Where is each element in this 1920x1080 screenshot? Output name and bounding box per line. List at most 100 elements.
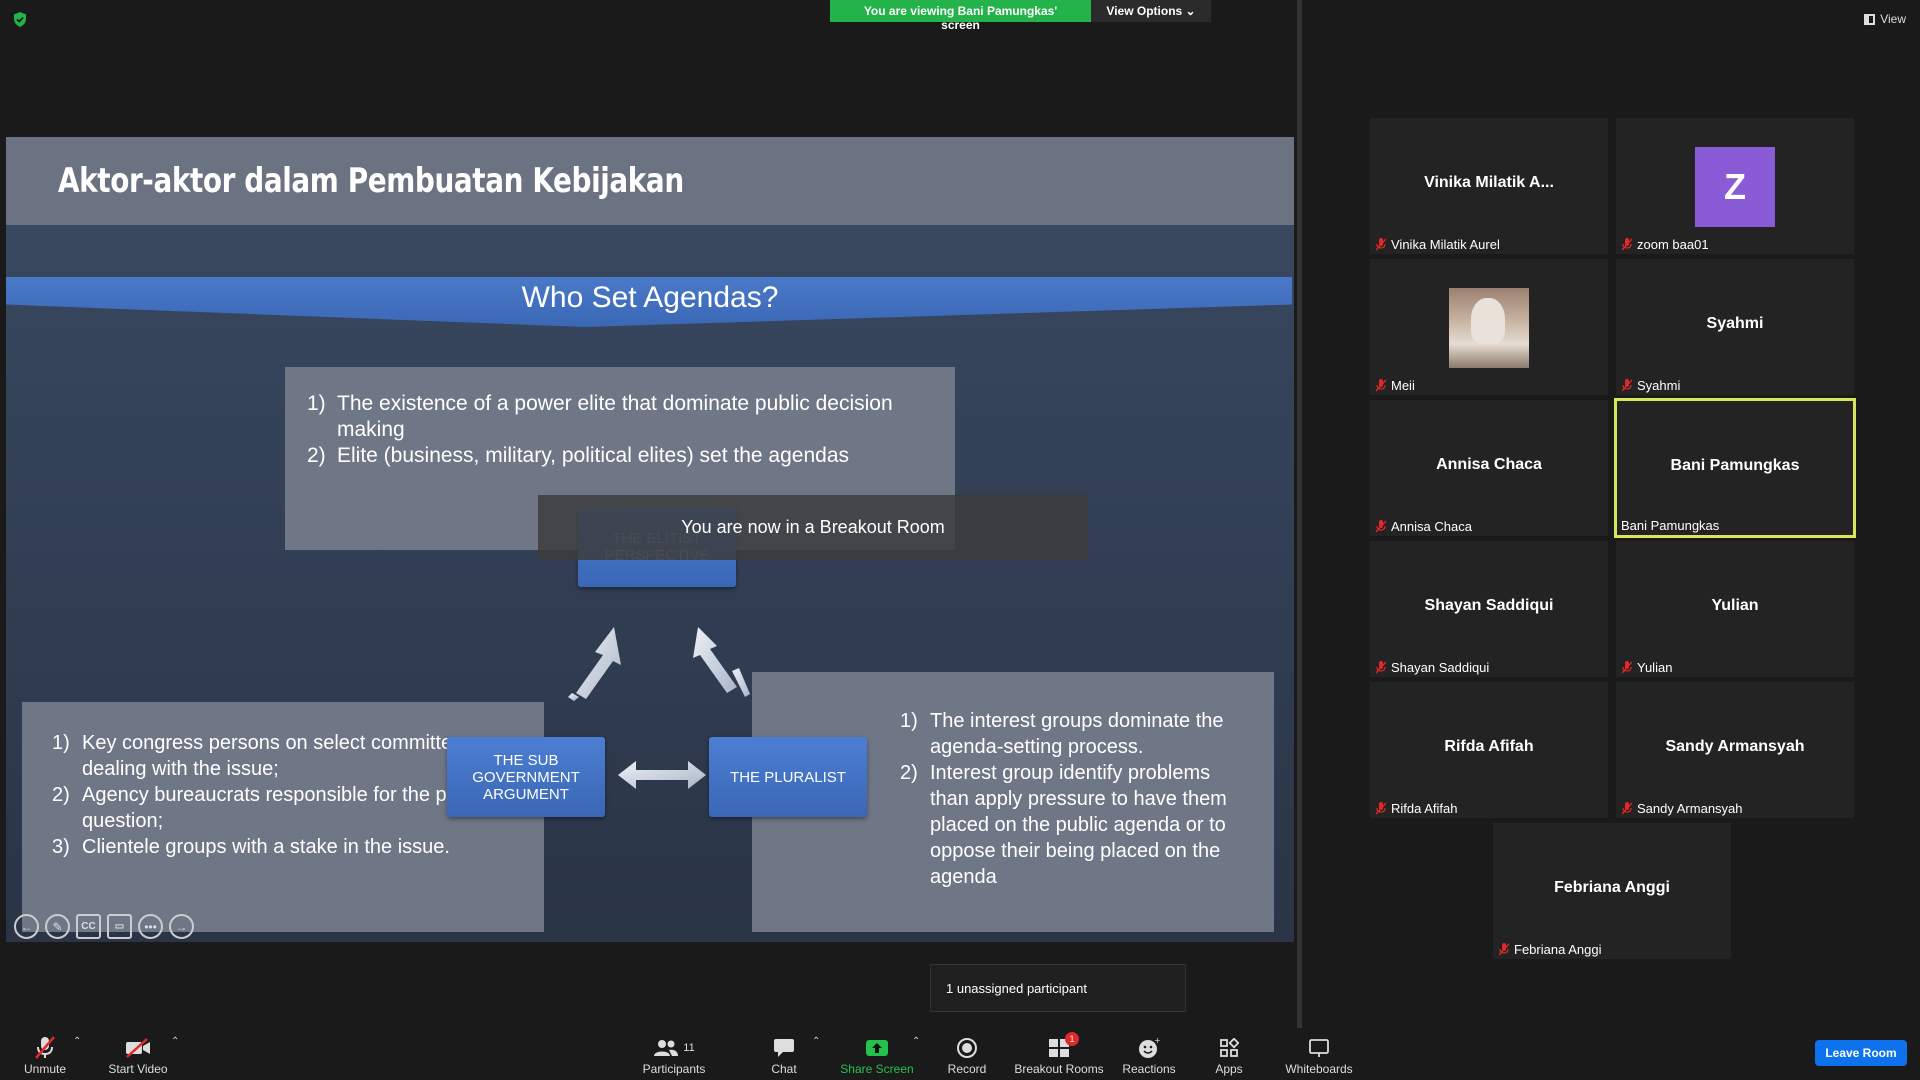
shared-screen[interactable]: Aktor-aktor dalam Pembuatan Kebijakan Wh… xyxy=(6,137,1294,942)
muted-mic-icon xyxy=(1621,379,1633,392)
participant-name: Sandy Armansyah xyxy=(1665,738,1805,755)
participant-tile[interactable]: Febriana Anggi Febriana Anggi xyxy=(1493,823,1731,959)
whiteboard-icon xyxy=(1274,1034,1364,1062)
panel-divider[interactable] xyxy=(1297,0,1302,1028)
start-video-label: Start Video xyxy=(108,1062,168,1076)
breakout-rooms-badge: 1 xyxy=(1065,1032,1079,1046)
reactions-button[interactable]: + Reactions xyxy=(1104,1028,1194,1076)
muted-mic-icon xyxy=(1375,379,1387,392)
participant-name: Yulian xyxy=(1711,597,1759,614)
breakout-rooms-label: Breakout Rooms xyxy=(1014,1062,1104,1076)
video-off-icon xyxy=(93,1034,183,1062)
record-button[interactable]: Record xyxy=(922,1028,1012,1076)
muted-mic-icon xyxy=(1375,238,1387,251)
audio-options-caret[interactable]: ⌃ xyxy=(73,1036,81,1047)
participants-icon: 11 xyxy=(629,1034,719,1062)
participant-label: Bani Pamungkas xyxy=(1621,518,1720,533)
start-video-button[interactable]: Start Video xyxy=(93,1028,183,1076)
apps-button[interactable]: Apps xyxy=(1184,1028,1274,1076)
participant-label: zoom baa01 xyxy=(1637,237,1709,252)
avatar-photo xyxy=(1449,288,1529,368)
record-label: Record xyxy=(947,1062,987,1076)
security-shield-icon[interactable] xyxy=(13,12,27,27)
arrow-sub-pluralist xyxy=(618,761,706,789)
arrow-elitist-sub xyxy=(568,627,621,701)
annotation-controls: ← ✎ CC ▭ ••• → xyxy=(14,914,194,939)
more-icon[interactable]: ••• xyxy=(138,914,163,939)
share-screen-label: Share Screen xyxy=(840,1062,914,1076)
previous-slide-icon[interactable]: ← xyxy=(14,914,39,939)
participant-tile[interactable]: Z zoom baa01 xyxy=(1616,118,1854,254)
whiteboards-button[interactable]: Whiteboards xyxy=(1274,1028,1364,1076)
participant-name: Syahmi xyxy=(1706,315,1764,332)
participant-label: Febriana Anggi xyxy=(1514,942,1602,957)
arrow-elitist-pluralist xyxy=(693,627,750,697)
participants-button[interactable]: 11 Participants xyxy=(629,1028,719,1076)
participant-tile[interactable]: Vinika Milatik A... Vinika Milatik Aurel xyxy=(1370,118,1608,254)
participant-label: Rifda Afifah xyxy=(1391,801,1458,816)
active-speaker-tile[interactable]: Bani Pamungkas Bani Pamungkas xyxy=(1614,398,1856,538)
participant-name: Annisa Chaca xyxy=(1436,456,1542,473)
participant-label: Vinika Milatik Aurel xyxy=(1391,237,1500,252)
share-screen-button[interactable]: Share Screen xyxy=(832,1028,922,1076)
participant-name: Rifda Afifah xyxy=(1444,738,1534,755)
participant-label: Sandy Armansyah xyxy=(1637,801,1743,816)
chat-options-caret[interactable]: ⌃ xyxy=(812,1036,820,1047)
apps-icon xyxy=(1184,1034,1274,1062)
apps-label: Apps xyxy=(1215,1062,1243,1076)
svg-text:+: + xyxy=(1154,1037,1160,1045)
muted-mic-icon xyxy=(1375,661,1387,674)
view-label: View xyxy=(1880,12,1906,26)
participant-name: Bani Pamungkas xyxy=(1670,457,1800,474)
participant-tile[interactable]: Syahmi Syahmi xyxy=(1616,259,1854,395)
participants-count: 11 xyxy=(683,1042,695,1054)
chat-label: Chat xyxy=(771,1062,797,1076)
participant-name: Vinika Milatik A... xyxy=(1424,174,1554,191)
reactions-icon: + xyxy=(1104,1034,1194,1062)
pen-icon[interactable]: ✎ xyxy=(45,914,70,939)
participant-label: Shayan Saddiqui xyxy=(1391,660,1490,675)
next-slide-icon[interactable]: → xyxy=(169,914,194,939)
participant-label: Annisa Chaca xyxy=(1391,519,1472,534)
whiteboards-label: Whiteboards xyxy=(1285,1062,1353,1076)
breakout-room-toast: You are now in a Breakout Room xyxy=(538,495,1088,560)
participant-tile[interactable]: Annisa Chaca Annisa Chaca xyxy=(1370,400,1608,536)
participant-tile[interactable]: Rifda Afifah Rifda Afifah xyxy=(1370,682,1608,818)
viewing-screen-label: You are viewing Bani Pamungkas' screen xyxy=(830,0,1091,32)
video-options-caret[interactable]: ⌃ xyxy=(171,1036,179,1047)
muted-mic-icon xyxy=(1621,802,1633,815)
participant-tile[interactable]: Meii xyxy=(1370,259,1608,395)
participant-label: Yulian xyxy=(1637,660,1673,675)
share-screen-icon xyxy=(832,1034,922,1062)
participant-name: Shayan Saddiqui xyxy=(1424,597,1554,614)
avatar: Z xyxy=(1695,147,1775,227)
grid-view-icon xyxy=(1864,13,1876,25)
view-options-button[interactable]: View Options ⌄ xyxy=(1091,0,1211,22)
screen-share-banner: You are viewing Bani Pamungkas' screen V… xyxy=(830,0,1211,32)
participants-label: Participants xyxy=(642,1062,706,1076)
record-icon xyxy=(922,1034,1012,1062)
muted-mic-icon xyxy=(1498,943,1510,956)
captions-icon[interactable]: CC xyxy=(76,914,101,939)
participant-tile[interactable]: Shayan Saddiqui Shayan Saddiqui xyxy=(1370,541,1608,677)
pluralist-node: THE PLURALIST xyxy=(709,737,867,817)
participant-label: Meii xyxy=(1391,378,1415,393)
participant-tile[interactable]: Yulian Yulian xyxy=(1616,541,1854,677)
view-button[interactable]: View xyxy=(1864,12,1906,26)
meeting-toolbar: Unmute ⌃ Start Video ⌃ 11 Participants C… xyxy=(0,1028,1920,1080)
unassigned-participant-notice[interactable]: 1 unassigned participant xyxy=(930,964,1186,1012)
participant-label: Syahmi xyxy=(1637,378,1681,393)
reactions-label: Reactions xyxy=(1122,1062,1176,1076)
muted-mic-icon xyxy=(1375,520,1387,533)
video-off-icon[interactable]: ▭ xyxy=(107,914,132,939)
breakout-rooms-button[interactable]: 1 Breakout Rooms xyxy=(1013,1028,1105,1076)
muted-mic-icon xyxy=(1621,238,1633,251)
leave-room-button[interactable]: Leave Room xyxy=(1815,1040,1907,1066)
participant-tile[interactable]: Sandy Armansyah Sandy Armansyah xyxy=(1616,682,1854,818)
unmute-label: Unmute xyxy=(23,1062,67,1076)
participant-name: Febriana Anggi xyxy=(1554,879,1670,896)
breakout-rooms-icon xyxy=(1013,1034,1105,1062)
muted-mic-icon xyxy=(1375,802,1387,815)
share-options-caret[interactable]: ⌃ xyxy=(912,1036,920,1047)
sub-government-node: THE SUB GOVERNMENT ARGUMENT xyxy=(447,737,605,817)
